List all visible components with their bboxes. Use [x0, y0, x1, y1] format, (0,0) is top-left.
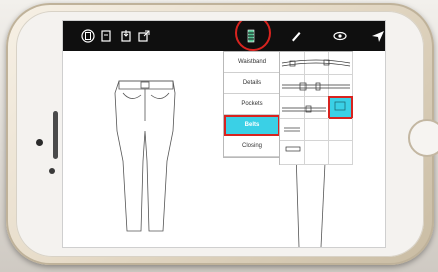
pencil-icon[interactable]: [289, 29, 303, 43]
belt-thumbnails: [281, 59, 351, 152]
file-icon[interactable]: [81, 29, 95, 43]
sensor-dot: [49, 168, 55, 174]
new-page-icon[interactable]: [99, 29, 113, 43]
app-screen: Waistband Details Pockets Belts Closing: [62, 20, 386, 248]
send-icon[interactable]: [371, 29, 385, 43]
highlight-circle: [235, 21, 271, 51]
belt-options-grid: [279, 51, 353, 165]
camera-dot: [36, 139, 43, 146]
menu-item-details[interactable]: Details: [224, 73, 280, 94]
toolbar: [63, 21, 385, 51]
menu-item-pockets[interactable]: Pockets: [224, 94, 280, 115]
export-icon[interactable]: [137, 29, 151, 43]
menu-item-belts[interactable]: Belts: [224, 115, 280, 136]
import-icon[interactable]: [119, 29, 133, 43]
home-button[interactable]: [408, 119, 438, 157]
speaker-grille: [53, 111, 58, 159]
eye-icon[interactable]: [333, 29, 347, 43]
category-menu: Waistband Details Pockets Belts Closing: [223, 51, 281, 158]
menu-item-closing[interactable]: Closing: [224, 136, 280, 157]
pants-sketch-left: [114, 80, 176, 232]
menu-item-waistband[interactable]: Waistband: [224, 52, 280, 73]
